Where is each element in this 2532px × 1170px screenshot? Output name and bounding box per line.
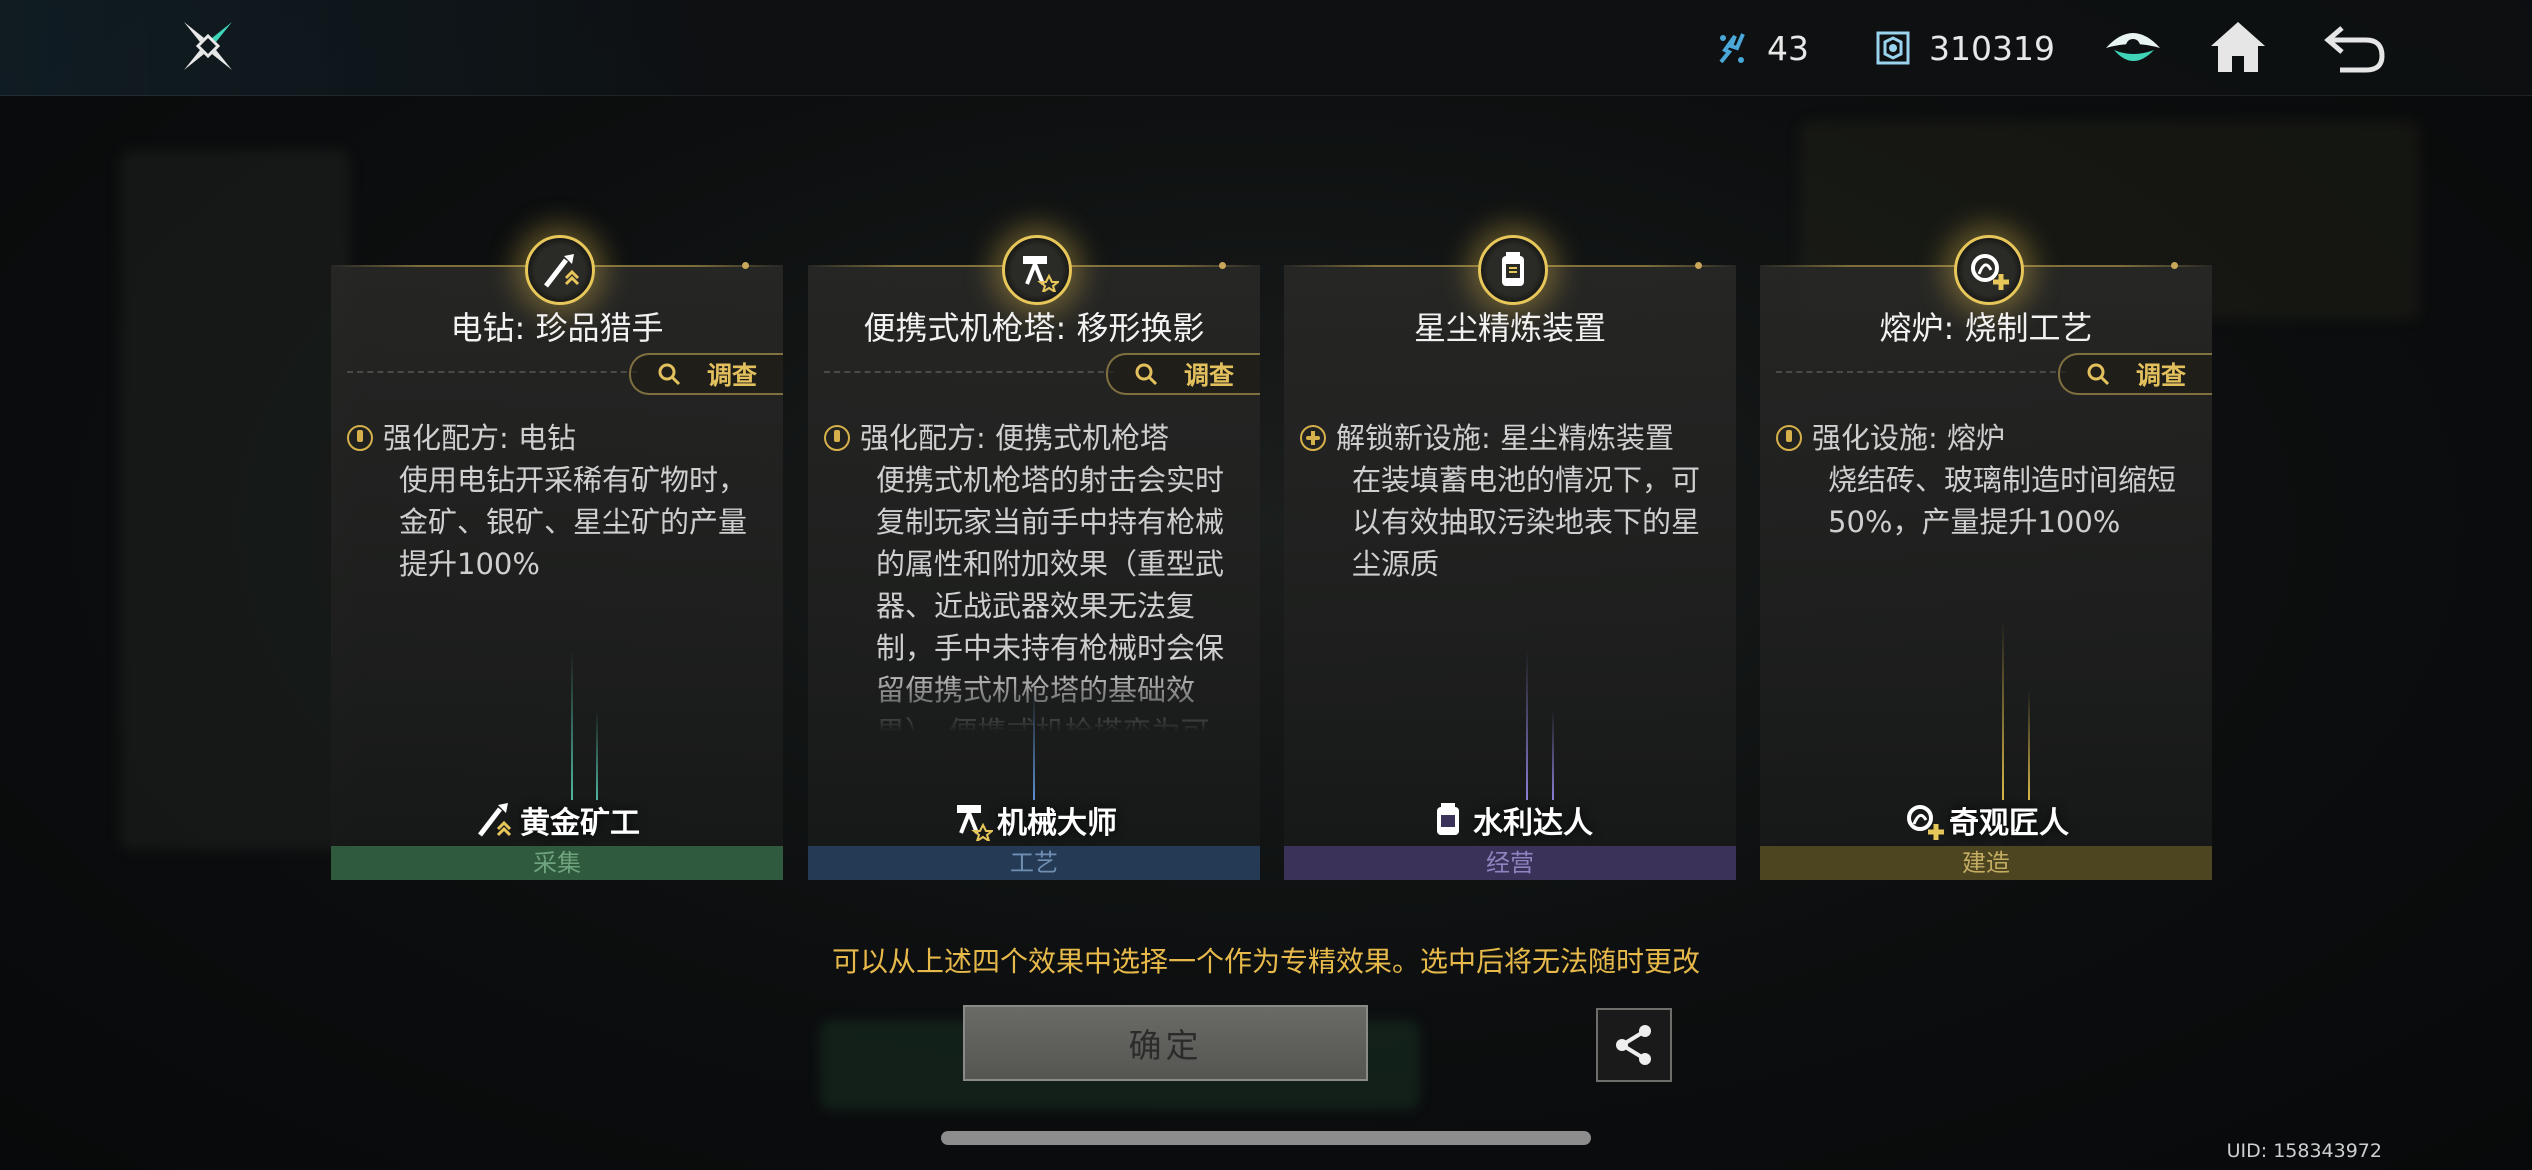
investigate-button[interactable]: 调查 [2058,353,2212,395]
card-title: 便携式机枪塔: 移形换影 [863,309,1205,347]
refinery-icon [1502,252,1524,286]
upgrade-icon [1776,425,1802,451]
role-name: 奇观匠人 [1949,806,2069,841]
category-label: 工艺 [808,846,1260,880]
card-title: 电钻: 珍品猎手 [450,309,664,347]
investigate-label: 调查 [2135,361,2186,390]
background-panel [120,150,350,850]
card-ornament [742,262,749,269]
light-beam [2028,690,2030,800]
turret-icon [1023,256,1059,292]
crystal-icon [1719,33,1745,64]
light-beam [1552,710,1554,800]
specialization-card[interactable]: 电钻: 珍品猎手 调查 强化配方: 电钻 使用电钻开采稀有矿物时，金矿、银矿、星… [331,235,783,880]
card-description: 解锁新设施: 星尘精炼装置 在装填蓄电池的情况下，可以有效抽取污染地表下的星尘源… [1300,417,1720,732]
investigate-button[interactable]: 调查 [629,353,783,395]
token-count: 310319 [1929,28,2055,68]
light-beam [1033,690,1035,800]
home-icon[interactable] [2205,14,2271,80]
card-heading: 强化配方: 电钻 [383,421,576,455]
role-badge: 水利达人 [1284,798,1736,842]
top-bar: 43 310319 [0,0,2532,96]
token-resource: 310319 [1875,26,2055,70]
card-medal [1478,235,1548,305]
card-title: 星尘精炼装置 [1413,309,1606,347]
investigate-button[interactable]: 调查 [1106,353,1260,395]
role-name: 黄金矿工 [520,806,640,841]
role-badge: 黄金矿工 [331,798,783,842]
category-label: 经营 [1284,846,1736,880]
card-description: 强化设施: 熔炉 烧结砖、玻璃制造时间缩短50%，产量提升100% [1776,417,2196,732]
specialization-card[interactable]: 便携式机枪塔: 移形换影 调查 强化配方: 便携式机枪塔 便携式机枪塔的射击会实… [808,235,1260,880]
role-badge: 奇观匠人 [1760,798,2212,842]
light-beam [571,650,573,800]
investigate-label: 调查 [706,361,757,390]
card-heading: 强化配方: 便携式机枪塔 [860,421,1169,455]
card-divider [1776,371,2066,373]
search-icon [1135,363,1158,386]
eye-emblem-icon[interactable] [2100,14,2166,80]
furnace-icon [1971,254,2009,290]
unlock-icon [1300,425,1326,451]
crystal-count: 43 [1767,28,1809,68]
mechanic-master-icon [957,805,993,841]
card-title: 熔炉: 烧制工艺 [1879,309,2093,347]
card-medal [1954,235,2024,305]
search-icon [658,363,681,386]
back-icon[interactable] [2322,14,2388,80]
light-beam [596,710,598,800]
card-divider [824,371,1114,373]
card-body: 烧结砖、玻璃制造时间缩短50%，产量提升100% [1828,463,2177,539]
game-logo-icon [184,22,232,70]
specialization-card[interactable]: 熔炉: 烧制工艺 调查 强化设施: 熔炉 烧结砖、玻璃制造时间缩短50%，产量提… [1760,235,2212,880]
search-icon [2087,363,2110,386]
light-beam [1526,650,1528,800]
crystal-resource: 43 [1715,26,1809,70]
share-icon [1616,1025,1651,1065]
user-id: UID: 158343972 [2226,1140,2382,1162]
card-description: 强化配方: 便携式机枪塔 便携式机枪塔的射击会实时复制玩家当前手中持有枪械的属性… [824,417,1244,732]
card-divider [347,371,637,373]
role-badge: 机械大师 [808,798,1260,842]
category-label: 采集 [331,846,783,880]
upgrade-icon [347,425,373,451]
card-body: 使用电钻开采稀有矿物时，金矿、银矿、星尘矿的产量提升100% [399,463,748,581]
selection-notice: 可以从上述四个效果中选择一个作为专精效果。选中后将无法随时更改 [831,945,1700,978]
card-ornament [2171,262,2178,269]
gold-miner-icon [478,803,512,837]
upgrade-icon [824,425,850,451]
hydro-expert-icon [1437,803,1459,835]
home-indicator[interactable] [941,1131,1591,1145]
card-heading: 解锁新设施: 星尘精炼装置 [1336,421,1674,455]
card-description: 强化配方: 电钻 使用电钻开采稀有矿物时，金矿、银矿、星尘矿的产量提升100% [347,417,767,732]
drill-icon [544,254,580,288]
card-medal [1002,235,1072,305]
card-ornament [1219,262,1226,269]
share-button[interactable] [1596,1008,1672,1082]
investigate-label: 调查 [1183,361,1234,390]
confirm-button[interactable]: 确定 [963,1005,1368,1081]
card-body: 在装填蓄电池的情况下，可以有效抽取污染地表下的星尘源质 [1352,463,1701,581]
wonder-artisan-icon [1907,805,1944,840]
role-name: 机械大师 [997,806,1117,841]
card-medal [525,235,595,305]
light-beam [2002,620,2004,800]
specialization-card[interactable]: 星尘精炼装置 解锁新设施: 星尘精炼装置 在装填蓄电池的情况下，可以有效抽取污染… [1284,235,1736,880]
card-heading: 强化设施: 熔炉 [1812,421,2005,455]
token-icon [1876,31,1910,65]
role-name: 水利达人 [1473,806,1593,841]
category-label: 建造 [1760,846,2212,880]
card-ornament [1695,262,1702,269]
